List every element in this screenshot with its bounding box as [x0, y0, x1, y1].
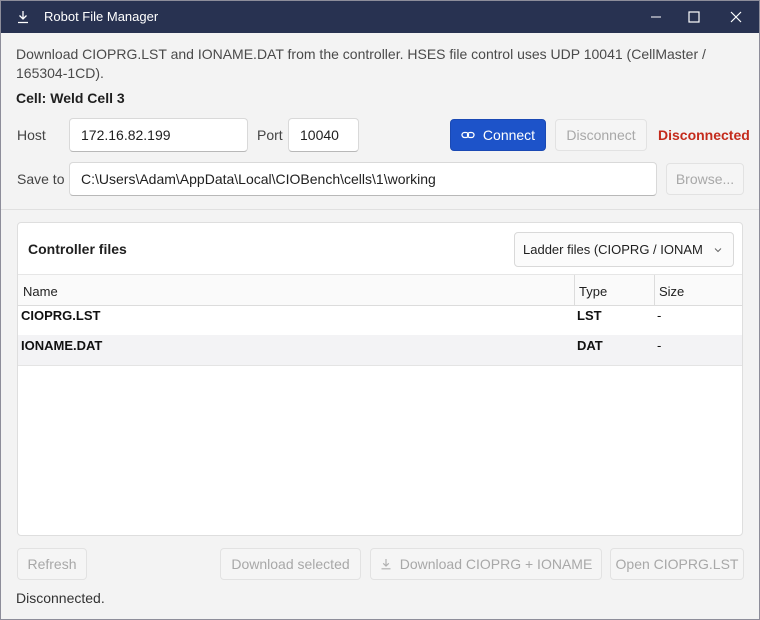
cell-label: Cell: Weld Cell 3	[16, 90, 125, 106]
refresh-button[interactable]: Refresh	[17, 548, 87, 580]
column-header-type[interactable]: Type	[579, 275, 607, 305]
disconnect-button[interactable]: Disconnect	[555, 119, 647, 151]
minimize-icon	[651, 16, 661, 18]
download-icon	[381, 559, 391, 570]
connection-status: Disconnected	[658, 127, 750, 143]
table-row[interactable]: CIOPRG.LST LST -	[18, 305, 742, 336]
maximize-button[interactable]	[671, 1, 717, 33]
close-button[interactable]	[713, 1, 759, 33]
save-path-input[interactable]: C:\Users\Adam\AppData\Local\CIOBench\cel…	[69, 162, 657, 196]
column-resize-handle[interactable]	[654, 275, 655, 305]
column-header-size[interactable]: Size	[659, 275, 684, 305]
chevron-down-icon	[714, 248, 722, 253]
link-icon	[461, 131, 475, 139]
robot-file-manager-window: Robot File Manager Download CIOPRG.LST a…	[0, 0, 760, 620]
column-header-name[interactable]: Name	[23, 275, 58, 305]
file-filter-value: Ladder files (CIOPRG / IONAM	[523, 242, 703, 257]
close-icon	[730, 11, 742, 23]
window-title: Robot File Manager	[44, 9, 159, 24]
file-type-cell: LST	[577, 308, 602, 323]
open-cioprg-button[interactable]: Open CIOPRG.LST	[610, 548, 744, 580]
status-bar-text: Disconnected.	[16, 590, 105, 606]
file-size-cell: -	[657, 338, 662, 353]
controller-files-panel: Controller files Ladder files (CIOPRG / …	[17, 222, 743, 536]
browse-button[interactable]: Browse...	[666, 163, 744, 195]
download-icon	[15, 9, 31, 25]
file-name-cell: CIOPRG.LST	[21, 308, 101, 323]
download-cioprg-ioname-label: Download CIOPRG + IONAME	[399, 556, 593, 572]
column-resize-handle[interactable]	[742, 275, 743, 305]
maximize-icon	[688, 11, 700, 23]
title-bar[interactable]: Robot File Manager	[1, 1, 759, 33]
host-input[interactable]: 172.16.82.199	[69, 118, 248, 152]
file-filter-select[interactable]: Ladder files (CIOPRG / IONAM	[514, 232, 734, 267]
description-text: Download CIOPRG.LST and IONAME.DAT from …	[16, 46, 706, 81]
file-size-cell: -	[657, 308, 662, 323]
column-resize-handle[interactable]	[574, 275, 575, 305]
controller-files-title: Controller files	[28, 241, 127, 257]
table-header: Name Type Size	[18, 274, 743, 306]
table-row[interactable]: IONAME.DAT DAT -	[18, 335, 742, 366]
port-label: Port	[257, 127, 283, 143]
save-to-label: Save to	[17, 171, 65, 187]
port-input[interactable]: 10040	[288, 118, 359, 152]
connect-button[interactable]: Connect	[450, 119, 546, 151]
file-type-cell: DAT	[577, 338, 603, 353]
host-label: Host	[17, 127, 46, 143]
connect-button-label: Connect	[482, 127, 536, 143]
file-name-cell: IONAME.DAT	[21, 338, 103, 353]
section-divider	[1, 209, 759, 210]
download-cioprg-ioname-button[interactable]: Download CIOPRG + IONAME	[370, 548, 602, 580]
download-selected-button[interactable]: Download selected	[220, 548, 361, 580]
